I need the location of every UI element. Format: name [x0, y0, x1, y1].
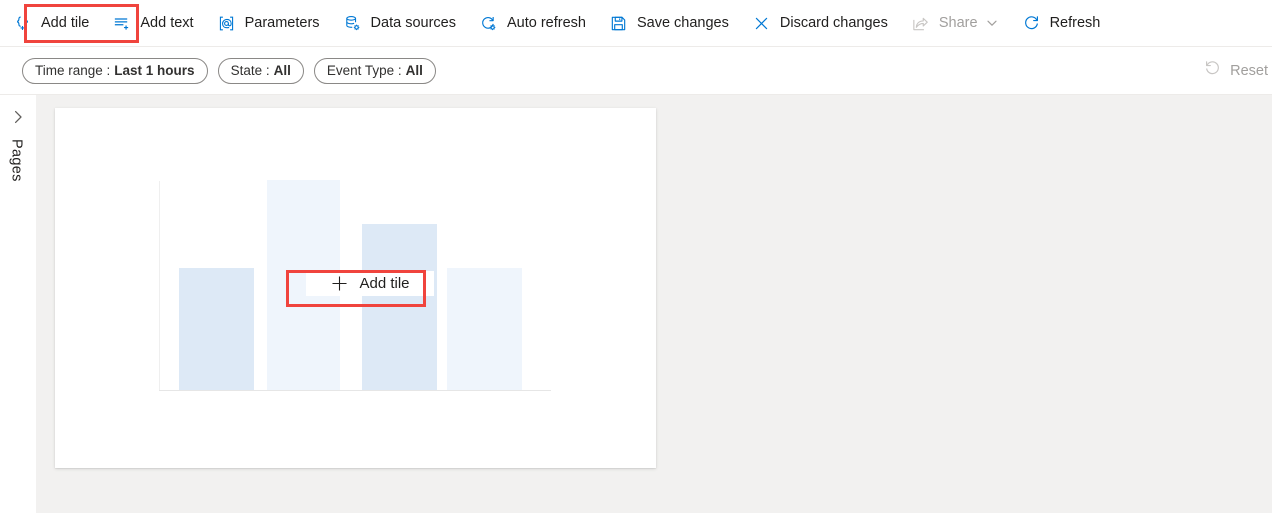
filter-pill-value: All: [273, 62, 291, 78]
command-parameters[interactable]: Parameters: [206, 5, 330, 41]
filter-pill-time-range[interactable]: Time range : Last 1 hours: [22, 57, 208, 84]
add-tile-icon: [12, 13, 33, 33]
filter-pill-value: All: [405, 62, 423, 78]
command-auto-refresh[interactable]: Auto refresh: [468, 5, 596, 41]
chart-bar: [179, 268, 254, 390]
chart-bar: [362, 224, 437, 390]
filter-pill-key: Event Type :: [326, 62, 402, 78]
command-label: Discard changes: [779, 14, 888, 31]
save-icon: [608, 13, 629, 33]
auto-refresh-icon: [478, 13, 499, 33]
reset-filters-button[interactable]: Reset: [1197, 55, 1272, 87]
pages-rail[interactable]: Pages: [0, 95, 36, 513]
command-save-changes[interactable]: Save changes: [598, 5, 739, 41]
reset-label: Reset: [1230, 62, 1268, 79]
chart-x-axis: [159, 390, 551, 391]
command-add-tile[interactable]: Add tile: [2, 5, 99, 41]
command-data-sources[interactable]: Data sources: [332, 5, 466, 41]
command-share[interactable]: Share: [900, 5, 1009, 41]
undo-icon: [1203, 59, 1222, 82]
chevron-right-icon[interactable]: [10, 109, 26, 125]
add-text-icon: [111, 13, 132, 33]
filter-pill-key: State :: [230, 62, 270, 78]
command-add-text[interactable]: Add text: [101, 5, 203, 41]
plus-icon: [330, 274, 349, 293]
chevron-down-icon: [985, 16, 999, 30]
filter-bar: Time range : Last 1 hours State : All Ev…: [0, 47, 1272, 95]
filter-pill-value: Last 1 hours: [114, 62, 195, 78]
command-refresh[interactable]: Refresh: [1011, 5, 1111, 41]
parameters-icon: [216, 13, 237, 33]
filter-pill-state[interactable]: State : All: [217, 57, 304, 84]
command-label: Refresh: [1049, 14, 1101, 31]
pages-label: Pages: [8, 139, 25, 182]
data-sources-icon: [342, 13, 363, 33]
close-icon: [751, 13, 772, 33]
filter-pill-event-type[interactable]: Event Type : All: [313, 57, 436, 84]
command-bar: Add tile Add text Parameters Data source…: [0, 0, 1272, 47]
command-discard-changes[interactable]: Discard changes: [741, 5, 898, 41]
command-label: Parameters: [244, 14, 320, 31]
command-label: Data sources: [370, 14, 456, 31]
command-label: Save changes: [636, 14, 729, 31]
share-icon: [910, 13, 931, 33]
command-label: Share: [938, 14, 978, 31]
filter-pill-key: Time range :: [35, 62, 111, 78]
command-label: Add text: [140, 14, 194, 31]
empty-tile-card: Add tile: [55, 108, 656, 468]
chart-y-axis: [159, 181, 160, 391]
add-tile-button-label: Add tile: [359, 275, 410, 292]
command-label: Add tile: [41, 14, 90, 31]
command-label: Auto refresh: [506, 14, 586, 31]
workbook-canvas: Add tile: [36, 95, 1272, 513]
refresh-icon: [1021, 13, 1042, 33]
add-tile-button[interactable]: Add tile: [306, 271, 434, 296]
chart-bar: [447, 268, 522, 390]
